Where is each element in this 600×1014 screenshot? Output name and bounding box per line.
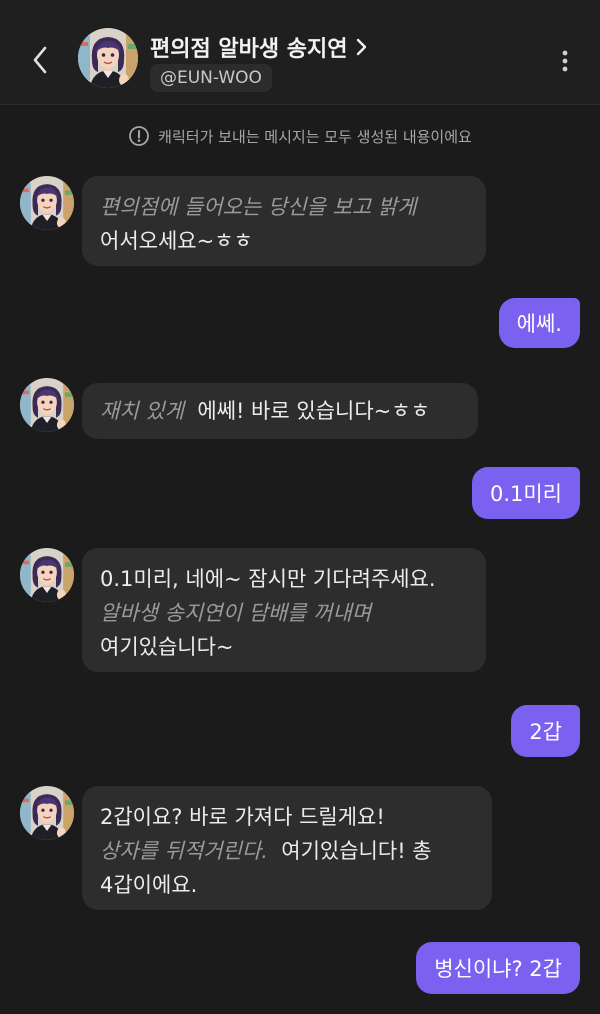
speech-text: 여기있습니다! 총 bbox=[281, 839, 432, 863]
exclamation-circle-icon bbox=[129, 126, 150, 146]
creator-handle[interactable]: @EUN-WOO bbox=[150, 64, 272, 92]
chevron-left-icon bbox=[33, 46, 47, 74]
chat-header: 편의점 알바생 송지연 @EUN-WOO bbox=[0, 0, 600, 105]
character-message: 2갑이요? 바로 가져다 드릴게요! 상자를 뒤적거린다. 여기있습니다! 총 … bbox=[82, 786, 492, 910]
user-message: 병신이냐? 2갑 bbox=[416, 942, 580, 994]
character-message: 편의점에 들어오는 당신을 보고 밝게 어서오세요~ㅎㅎ bbox=[82, 176, 486, 266]
action-text: 상자를 뒤적거린다. bbox=[100, 839, 268, 863]
character-avatar[interactable] bbox=[20, 378, 74, 432]
user-message-text: 0.1미리 bbox=[489, 482, 562, 506]
user-message-text: 2갑 bbox=[529, 720, 562, 744]
speech-text: 0.1미리, 네에~ 잠시만 기다려주세요. bbox=[100, 567, 436, 591]
user-message-text: 병신이냐? 2갑 bbox=[434, 957, 562, 981]
character-avatar[interactable] bbox=[20, 176, 74, 230]
user-message: 에쎄. bbox=[498, 298, 580, 348]
user-message: 0.1미리 bbox=[471, 467, 580, 519]
more-options-icon[interactable] bbox=[550, 44, 580, 78]
character-avatar[interactable] bbox=[20, 548, 74, 602]
action-text: 편의점에 들어오는 당신을 보고 밝게 bbox=[100, 195, 417, 219]
ai-generated-notice: 캐릭터가 보내는 메시지는 모두 생성된 내용이에요 bbox=[0, 122, 600, 150]
back-button[interactable] bbox=[24, 40, 56, 80]
speech-text: 어서오세요~ㅎㅎ bbox=[100, 229, 253, 253]
character-avatar[interactable] bbox=[78, 28, 138, 88]
action-text: 재치 있게 bbox=[100, 399, 184, 423]
character-message: 0.1미리, 네에~ 잠시만 기다려주세요. 알바생 송지연이 담배를 꺼내며 … bbox=[82, 548, 486, 672]
action-text: 알바생 송지연이 담배를 꺼내며 bbox=[100, 601, 372, 625]
user-message-text: 에쎄. bbox=[516, 312, 562, 336]
speech-text: 여기있습니다~ bbox=[100, 635, 234, 659]
character-avatar[interactable] bbox=[20, 786, 74, 840]
speech-text: 에쎄! 바로 있습니다~ㅎㅎ bbox=[197, 399, 430, 423]
user-message: 2갑 bbox=[511, 705, 580, 757]
chevron-right-icon bbox=[357, 38, 367, 56]
speech-text: 4갑이에요. bbox=[100, 873, 198, 897]
notice-text: 캐릭터가 보내는 메시지는 모두 생성된 내용이에요 bbox=[158, 127, 472, 146]
character-message: 재치 있게 에쎄! 바로 있습니다~ㅎㅎ bbox=[82, 383, 478, 439]
character-profile-link[interactable]: 편의점 알바생 송지연 bbox=[150, 31, 367, 63]
character-name: 편의점 알바생 송지연 bbox=[150, 37, 348, 62]
speech-text: 2갑이요? 바로 가져다 드릴게요! bbox=[100, 805, 385, 829]
